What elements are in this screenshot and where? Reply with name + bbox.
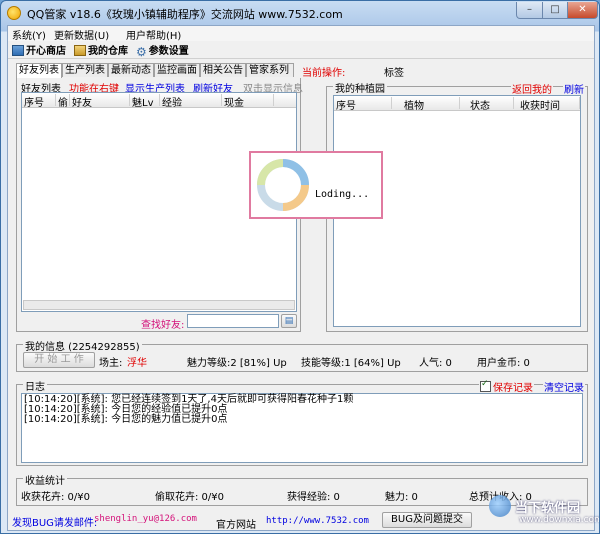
user-gold: 用户金币: 0	[477, 358, 530, 369]
current-op-label: 当前操作:	[302, 68, 346, 79]
stat-steal: 偷取花卉: 0/¥0	[155, 492, 225, 503]
watermark-logo-icon	[489, 495, 511, 517]
bug-submit-button[interactable]: BUG及问题提交	[382, 512, 472, 528]
watermark-url: www.downxia.com	[519, 515, 600, 525]
tab-monitor[interactable]: 监控画面	[154, 63, 200, 77]
bug-report-label: 发现BUG请发邮件:	[12, 518, 98, 529]
friends-hscrollbar[interactable]	[23, 300, 295, 310]
loading-text: Loding...	[315, 189, 370, 200]
tab-strip: 好友列表 生产列表 最新动态 监控画面 相关公告 管家系列	[16, 63, 298, 78]
log-textbox[interactable]: [10:14:20][系统]: 您已经连续签到1天了,4天后就即可获得阳春花种子…	[21, 393, 583, 463]
col-index[interactable]: 序号	[22, 94, 56, 109]
minimize-button[interactable]: –	[516, 2, 543, 19]
loading-spinner-icon	[257, 159, 309, 211]
current-op-tag: 标签	[384, 68, 404, 79]
farm-owner-label: 场主:	[99, 358, 123, 369]
col-cash[interactable]: 现金	[222, 94, 274, 109]
shop-label: 开心商店	[26, 46, 66, 57]
col-friend[interactable]: 好友	[70, 94, 130, 109]
skill-level: 技能等级:1 [64%] Up	[301, 358, 401, 369]
clear-log-link[interactable]: 清空记录	[543, 379, 585, 394]
log-line: [10:14:20][系统]: 今日您的魅力值已提升0点	[24, 414, 228, 425]
settings-label: 参数设置	[148, 46, 189, 57]
col-plant[interactable]: 植物	[392, 97, 460, 112]
main-window: QQ管家 v18.6《玫瑰小镇辅助程序》交流网站 www.7532.com – …	[0, 0, 600, 534]
menu-help[interactable]: 用户帮助(H)	[126, 27, 181, 42]
warehouse-button[interactable]: 我的仓库	[74, 42, 128, 57]
col-steal[interactable]: 偷	[56, 94, 70, 109]
refresh-garden-link[interactable]: 刷新	[563, 81, 585, 96]
start-work-button[interactable]: 开 始 工 作	[23, 352, 95, 368]
col-garden-index[interactable]: 序号	[334, 97, 392, 112]
log-title: 日志	[23, 378, 47, 393]
menu-system[interactable]: 系统(Y)	[12, 27, 46, 42]
log-panel: 日志 保存记录 清空记录 [10:14:20][系统]: 您已经连续签到1天了,…	[16, 378, 588, 466]
settings-button[interactable]: ⚙ 参数设置	[136, 42, 189, 59]
garden-title: 我的种植园	[333, 80, 387, 95]
farm-owner-name: 浮华	[127, 358, 147, 369]
client-area: 系统(Y) 更新数据(U) 用户帮助(H) 开心商店 我的仓库 ⚙ 参数设置 好友…	[7, 25, 595, 531]
tab-friend-list[interactable]: 好友列表	[16, 63, 62, 78]
save-log-checkbox[interactable]	[480, 379, 491, 392]
toolbar: 开心商店 我的仓库 ⚙ 参数设置	[8, 41, 594, 59]
title-bar[interactable]: QQ管家 v18.6《玫瑰小镇辅助程序》交流网站 www.7532.com – …	[1, 1, 599, 25]
warehouse-label: 我的仓库	[88, 46, 128, 57]
maximize-button[interactable]: □	[542, 2, 568, 19]
watermark: 当下软件园 www.downxia.com	[489, 495, 599, 529]
menu-update[interactable]: 更新数据(U)	[54, 27, 109, 42]
col-harvest-time[interactable]: 收获时间	[514, 97, 580, 112]
warehouse-icon	[74, 45, 86, 56]
charm-level: 魅力等级:2 [81%] Up	[187, 358, 287, 369]
search-icon: ▤	[284, 316, 294, 326]
garden-table-header: 序号 植物 状态 收获时间	[334, 96, 580, 112]
gear-icon: ⚙	[136, 45, 147, 59]
search-friend-label: 查找好友:	[141, 320, 185, 331]
watermark-name: 当下软件园	[515, 501, 581, 516]
loading-dialog: Loding...	[249, 151, 383, 219]
search-friend-button[interactable]: ▤	[281, 314, 297, 328]
col-exp[interactable]: 经验	[160, 94, 222, 109]
menu-bar: 系统(Y) 更新数据(U) 用户帮助(H)	[8, 26, 594, 42]
friends-table-header: 序号 偷 好友 魅Lv 经验 现金	[22, 93, 296, 109]
return-mine-link[interactable]: 返回我的	[511, 81, 553, 96]
my-info-panel: 我的信息 (2254292855) 开 始 工 作 场主: 浮华 魅力等级:2 …	[16, 338, 588, 372]
close-button[interactable]: ✕	[567, 2, 598, 19]
stats-title: 收益统计	[23, 472, 67, 487]
contact-email[interactable]: shenglin_yu@126.com	[94, 514, 197, 524]
official-site-label: 官方网站	[216, 520, 256, 531]
shop-icon	[12, 45, 24, 56]
stat-exp: 获得经验: 0	[287, 492, 340, 503]
window-title: QQ管家 v18.6《玫瑰小镇辅助程序》交流网站 www.7532.com	[27, 8, 343, 21]
popularity: 人气: 0	[419, 358, 452, 369]
tab-steward-series[interactable]: 管家系列	[246, 63, 294, 77]
col-status[interactable]: 状态	[460, 97, 514, 112]
my-info-title: 我的信息 (2254292855)	[23, 338, 142, 353]
app-icon	[7, 6, 21, 20]
col-charm-lv[interactable]: 魅Lv	[130, 94, 160, 109]
shop-button[interactable]: 开心商店	[12, 42, 66, 57]
tab-production-list[interactable]: 生产列表	[62, 63, 108, 77]
stat-charm: 魅力: 0	[385, 492, 418, 503]
search-friend-input[interactable]	[187, 314, 279, 328]
tab-announcements[interactable]: 相关公告	[200, 63, 246, 77]
official-site-link[interactable]: http://www.7532.com	[266, 516, 369, 526]
tab-latest-news[interactable]: 最新动态	[108, 63, 154, 77]
stat-harvest: 收获花卉: 0/¥0	[21, 492, 91, 503]
save-log-toggle[interactable]: 保存记录	[479, 379, 534, 394]
